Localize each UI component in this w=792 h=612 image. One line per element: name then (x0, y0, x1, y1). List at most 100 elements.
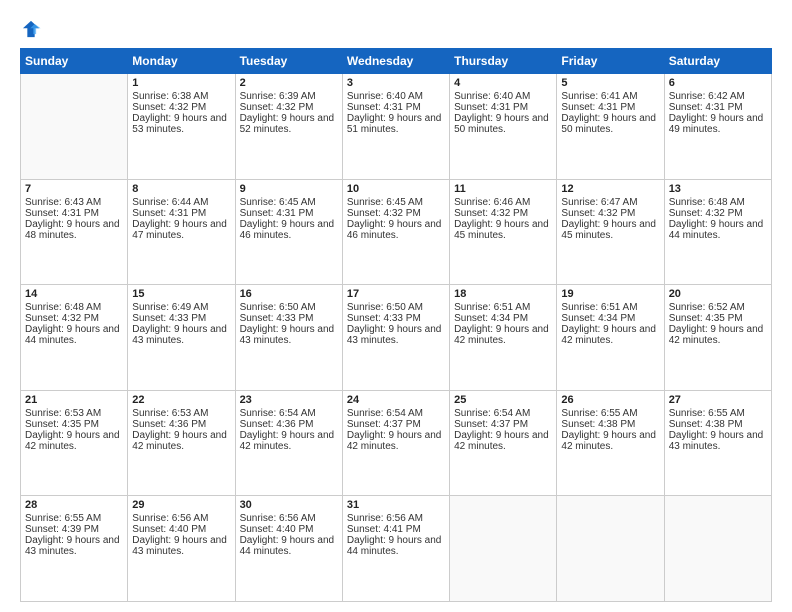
daylight-text: Daylight: 9 hours and 42 minutes. (25, 430, 123, 452)
sunset-text: Sunset: 4:33 PM (347, 313, 445, 324)
daylight-text: Daylight: 9 hours and 53 minutes. (132, 113, 230, 135)
day-number: 17 (347, 288, 445, 300)
day-number: 16 (240, 288, 338, 300)
sunrise-text: Sunrise: 6:38 AM (132, 91, 230, 102)
calendar-cell: 8Sunrise: 6:44 AMSunset: 4:31 PMDaylight… (128, 179, 235, 285)
daylight-text: Daylight: 9 hours and 43 minutes. (132, 535, 230, 557)
daylight-text: Daylight: 9 hours and 42 minutes. (561, 324, 659, 346)
sunrise-text: Sunrise: 6:55 AM (25, 513, 123, 524)
sunrise-text: Sunrise: 6:53 AM (132, 408, 230, 419)
day-number: 2 (240, 77, 338, 89)
calendar-cell (21, 74, 128, 180)
day-header-monday: Monday (128, 49, 235, 74)
day-number: 8 (132, 183, 230, 195)
sunset-text: Sunset: 4:32 PM (240, 102, 338, 113)
daylight-text: Daylight: 9 hours and 46 minutes. (347, 219, 445, 241)
sunset-text: Sunset: 4:31 PM (132, 208, 230, 219)
daylight-text: Daylight: 9 hours and 50 minutes. (561, 113, 659, 135)
day-number: 4 (454, 77, 552, 89)
page: SundayMondayTuesdayWednesdayThursdayFrid… (0, 0, 792, 612)
daylight-text: Daylight: 9 hours and 43 minutes. (240, 324, 338, 346)
calendar-cell: 20Sunrise: 6:52 AMSunset: 4:35 PMDayligh… (664, 285, 771, 391)
calendar-cell (664, 496, 771, 602)
daylight-text: Daylight: 9 hours and 43 minutes. (669, 430, 767, 452)
day-number: 20 (669, 288, 767, 300)
daylight-text: Daylight: 9 hours and 44 minutes. (240, 535, 338, 557)
daylight-text: Daylight: 9 hours and 49 minutes. (669, 113, 767, 135)
calendar-week-3: 14Sunrise: 6:48 AMSunset: 4:32 PMDayligh… (21, 285, 772, 391)
sunrise-text: Sunrise: 6:50 AM (240, 302, 338, 313)
sunset-text: Sunset: 4:35 PM (25, 419, 123, 430)
sunset-text: Sunset: 4:31 PM (669, 102, 767, 113)
calendar-cell: 3Sunrise: 6:40 AMSunset: 4:31 PMDaylight… (342, 74, 449, 180)
calendar-week-5: 28Sunrise: 6:55 AMSunset: 4:39 PMDayligh… (21, 496, 772, 602)
sunrise-text: Sunrise: 6:51 AM (561, 302, 659, 313)
sunrise-text: Sunrise: 6:39 AM (240, 91, 338, 102)
daylight-text: Daylight: 9 hours and 44 minutes. (25, 324, 123, 346)
sunrise-text: Sunrise: 6:54 AM (240, 408, 338, 419)
logo-icon (20, 18, 42, 40)
sunrise-text: Sunrise: 6:45 AM (240, 197, 338, 208)
calendar-week-2: 7Sunrise: 6:43 AMSunset: 4:31 PMDaylight… (21, 179, 772, 285)
calendar-cell: 21Sunrise: 6:53 AMSunset: 4:35 PMDayligh… (21, 390, 128, 496)
calendar-cell: 16 Sunrise: 6:50 AMSunset: 4:33 PMDayligh… (235, 285, 342, 391)
calendar-cell: 4Sunrise: 6:40 AMSunset: 4:31 PMDaylight… (450, 74, 557, 180)
sunrise-text: Sunrise: 6:56 AM (240, 513, 338, 524)
calendar-cell: 13Sunrise: 6:48 AMSunset: 4:32 PMDayligh… (664, 179, 771, 285)
day-number: 26 (561, 394, 659, 406)
daylight-text: Daylight: 9 hours and 52 minutes. (240, 113, 338, 135)
sunrise-text: Sunrise: 6:43 AM (25, 197, 123, 208)
calendar-cell: 10Sunrise: 6:45 AMSunset: 4:32 PMDayligh… (342, 179, 449, 285)
daylight-text: Daylight: 9 hours and 42 minutes. (561, 430, 659, 452)
day-number: 10 (347, 183, 445, 195)
sunset-text: Sunset: 4:31 PM (347, 102, 445, 113)
calendar-cell: 28Sunrise: 6:55 AMSunset: 4:39 PMDayligh… (21, 496, 128, 602)
daylight-text: Daylight: 9 hours and 42 minutes. (240, 430, 338, 452)
day-header-wednesday: Wednesday (342, 49, 449, 74)
calendar-cell: 17 Sunrise: 6:50 AMSunset: 4:33 PMDayligh… (342, 285, 449, 391)
calendar-cell: 11Sunrise: 6:46 AMSunset: 4:32 PMDayligh… (450, 179, 557, 285)
day-header-sunday: Sunday (21, 49, 128, 74)
sunrise-text: Sunrise: 6:54 AM (454, 408, 552, 419)
calendar-week-4: 21Sunrise: 6:53 AMSunset: 4:35 PMDayligh… (21, 390, 772, 496)
day-header-saturday: Saturday (664, 49, 771, 74)
calendar-cell: 26Sunrise: 6:55 AMSunset: 4:38 PMDayligh… (557, 390, 664, 496)
sunset-text: Sunset: 4:31 PM (25, 208, 123, 219)
sunrise-text: Sunrise: 6:48 AM (25, 302, 123, 313)
daylight-text: Daylight: 9 hours and 43 minutes. (132, 324, 230, 346)
calendar-table: SundayMondayTuesdayWednesdayThursdayFrid… (20, 48, 772, 602)
sunset-text: Sunset: 4:31 PM (454, 102, 552, 113)
calendar-cell: 5Sunrise: 6:41 AMSunset: 4:31 PMDaylight… (557, 74, 664, 180)
sunset-text: Sunset: 4:32 PM (132, 102, 230, 113)
sunset-text: Sunset: 4:33 PM (240, 313, 338, 324)
calendar-cell: 22Sunrise: 6:53 AMSunset: 4:36 PMDayligh… (128, 390, 235, 496)
day-number: 18 (454, 288, 552, 300)
daylight-text: Daylight: 9 hours and 42 minutes. (669, 324, 767, 346)
header (20, 18, 772, 40)
day-number: 9 (240, 183, 338, 195)
daylight-text: Daylight: 9 hours and 42 minutes. (454, 430, 552, 452)
daylight-text: Daylight: 9 hours and 43 minutes. (347, 324, 445, 346)
daylight-text: Daylight: 9 hours and 45 minutes. (454, 219, 552, 241)
day-number: 12 (561, 183, 659, 195)
sunrise-text: Sunrise: 6:50 AM (347, 302, 445, 313)
sunset-text: Sunset: 4:32 PM (454, 208, 552, 219)
day-number: 31 (347, 499, 445, 511)
calendar-cell: 14Sunrise: 6:48 AMSunset: 4:32 PMDayligh… (21, 285, 128, 391)
sunset-text: Sunset: 4:37 PM (347, 419, 445, 430)
sunset-text: Sunset: 4:40 PM (132, 524, 230, 535)
daylight-text: Daylight: 9 hours and 42 minutes. (347, 430, 445, 452)
day-number: 14 (25, 288, 123, 300)
sunrise-text: Sunrise: 6:56 AM (132, 513, 230, 524)
day-number: 7 (25, 183, 123, 195)
sunrise-text: Sunrise: 6:42 AM (669, 91, 767, 102)
calendar-cell: 9Sunrise: 6:45 AMSunset: 4:31 PMDaylight… (235, 179, 342, 285)
calendar-cell: 12Sunrise: 6:47 AMSunset: 4:32 PMDayligh… (557, 179, 664, 285)
sunrise-text: Sunrise: 6:55 AM (669, 408, 767, 419)
day-number: 19 (561, 288, 659, 300)
day-number: 6 (669, 77, 767, 89)
sunset-text: Sunset: 4:38 PM (561, 419, 659, 430)
daylight-text: Daylight: 9 hours and 44 minutes. (669, 219, 767, 241)
calendar-header-row: SundayMondayTuesdayWednesdayThursdayFrid… (21, 49, 772, 74)
day-number: 22 (132, 394, 230, 406)
